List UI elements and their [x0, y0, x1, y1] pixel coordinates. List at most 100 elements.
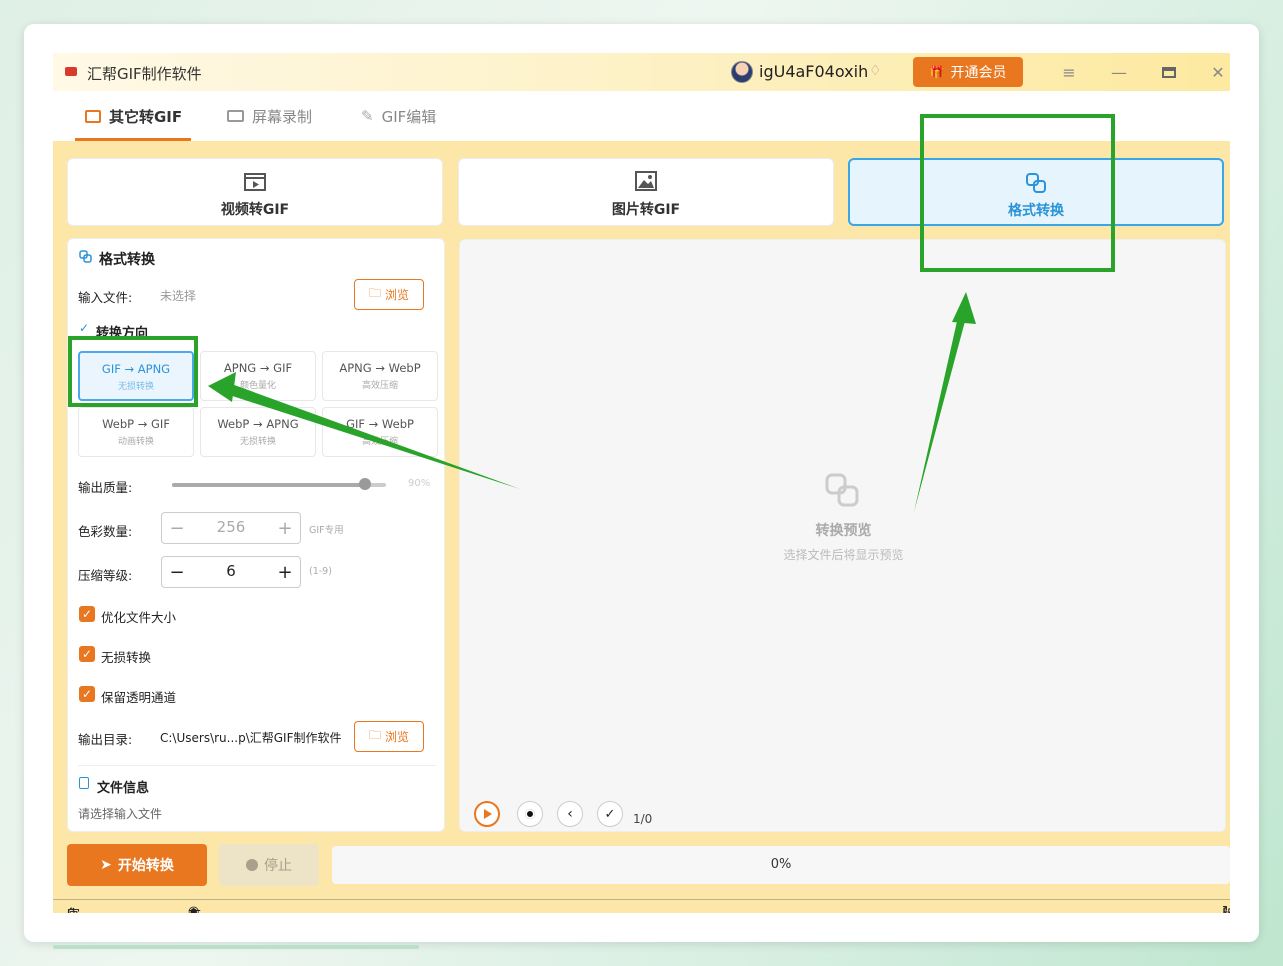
direction-main: WebP → GIF — [102, 417, 170, 431]
compress-hint: (1-9) — [309, 566, 332, 577]
output-dir-label: 输出目录: — [78, 732, 133, 747]
minimize-icon[interactable]: — — [1106, 59, 1132, 85]
output-dir-value: C:\Users\ru...p\汇帮GIF制作软件 — [160, 731, 342, 745]
compress-stepper[interactable]: − 6 + — [161, 556, 301, 588]
direction-apng-gif[interactable]: APNG → GIF 颜色量化 — [200, 351, 316, 401]
play-icon — [484, 809, 492, 819]
input-file-label: 输入文件: — [78, 290, 133, 305]
lossless-label: 无损转换 — [101, 650, 152, 665]
settings-panel: 格式转换 输入文件: 未选择 🗀 浏览 ✓ 转换方向 GIF → APNG 无损… — [67, 238, 445, 832]
quality-slider[interactable] — [172, 478, 386, 490]
browse-label: 浏览 — [385, 288, 410, 302]
website-label: 官方网站 — [67, 904, 80, 913]
fileinfo-title: 文件信息 — [97, 781, 150, 796]
tab-other-to-gif[interactable]: 其它转GIF — [85, 103, 182, 129]
tab-gif-edit[interactable]: ✎ GIF编辑 — [361, 103, 436, 129]
colors-value[interactable]: 256 — [192, 518, 270, 536]
play-button[interactable] — [474, 801, 500, 827]
plus-icon[interactable]: + — [270, 557, 300, 587]
folder-icon: 🗀 — [368, 728, 381, 742]
compress-label: 压缩等级: — [78, 568, 133, 583]
document-icon — [79, 777, 89, 789]
chevron-left-icon: ‹ — [567, 806, 573, 822]
start-label: 开始转换 — [117, 858, 174, 874]
optimize-size-checkbox[interactable]: ✓ — [79, 606, 95, 622]
picture-icon — [635, 171, 657, 191]
direction-webp-apng[interactable]: WebP → APNG 无损转换 — [200, 407, 316, 457]
diamond-icon: ♢ — [869, 63, 882, 79]
lossless-checkbox[interactable]: ✓ — [79, 646, 95, 662]
hamburger-icon[interactable]: ≡ — [1056, 59, 1082, 85]
stop-preview-button[interactable] — [517, 801, 543, 827]
minus-icon[interactable]: − — [162, 557, 192, 587]
preview-hint: 选择文件后将显示预览 — [783, 548, 904, 562]
vip-button[interactable]: 🎁 开通会员 — [913, 57, 1023, 87]
send-icon: ➤ — [100, 857, 112, 873]
vip-button-label: 开通会员 — [950, 65, 1007, 81]
tab-label: GIF编辑 — [381, 107, 437, 126]
quality-slider-fill — [172, 483, 365, 487]
input-browse-button[interactable]: 🗀 浏览 — [354, 279, 424, 310]
stop-circle-icon — [246, 859, 258, 871]
version-label: 版本：1.3.0.0 — [1222, 904, 1230, 913]
mode-label: 视频转GIF — [220, 202, 290, 218]
check-icon: ✓ — [79, 321, 90, 335]
maximize-icon[interactable] — [1156, 59, 1182, 85]
annotation-box-format-convert — [920, 114, 1115, 272]
confirm-button[interactable]: ✓ — [597, 801, 623, 827]
direction-webp-gif[interactable]: WebP → GIF 动画转换 — [78, 407, 194, 457]
active-tab-indicator — [75, 138, 191, 141]
user-avatar[interactable] — [731, 61, 753, 83]
stop-button[interactable]: 停止 — [219, 844, 319, 886]
direction-gif-webp[interactable]: GIF → WebP 高效压缩 — [322, 407, 438, 457]
edit-icon: ✎ — [361, 107, 374, 125]
image-icon — [85, 109, 101, 123]
plus-icon[interactable]: + — [270, 513, 300, 543]
preview-title: 转换预览 — [815, 523, 872, 539]
direction-sub: 高效压缩 — [361, 437, 398, 447]
minus-icon[interactable]: − — [162, 513, 192, 543]
direction-main: WebP → APNG — [217, 417, 299, 431]
divider — [78, 765, 436, 766]
keep-alpha-label: 保留透明通道 — [101, 690, 177, 705]
progress-text: 0% — [770, 857, 792, 872]
mode-label: 图片转GIF — [611, 202, 681, 218]
gift-icon: 🎁 — [929, 65, 945, 79]
optimize-size-label: 优化文件大小 — [101, 610, 177, 625]
output-browse-button[interactable]: 🗀 浏览 — [354, 721, 424, 752]
direction-sub: 无损转换 — [239, 437, 276, 447]
close-icon[interactable]: ✕ — [1205, 59, 1230, 85]
keep-alpha-checkbox[interactable]: ✓ — [79, 686, 95, 702]
input-file-value: 未选择 — [160, 289, 197, 303]
status-bar: ⌂ 官方网站 ◉ 在线客服 ↻ 版本：1.3.0.0 — [53, 899, 1230, 913]
username[interactable]: igU4aF04oxih — [759, 62, 868, 81]
annotation-box-gif-apng — [68, 336, 198, 407]
convert-icon — [825, 473, 859, 507]
start-convert-button[interactable]: ➤ 开始转换 — [67, 844, 207, 886]
title-bar: 汇帮GIF制作软件 igU4aF04oxih ♢ 🎁 开通会员 ≡ — ✕ — [53, 53, 1230, 91]
tab-label: 其它转GIF — [109, 107, 183, 126]
preview-panel: 转换预览 选择文件后将显示预览 ‹ ✓ 1/0 — [459, 239, 1226, 832]
mode-image-to-gif[interactable]: 图片转GIF — [458, 158, 834, 226]
stop-icon — [525, 809, 535, 819]
quality-slider-handle[interactable] — [358, 478, 371, 490]
mode-video-to-gif[interactable]: 视频转GIF — [67, 158, 443, 226]
colors-label: 色彩数量: — [78, 524, 133, 539]
compress-value[interactable]: 6 — [192, 562, 270, 580]
browse-label: 浏览 — [385, 730, 410, 744]
app-title: 汇帮GIF制作软件 — [87, 65, 202, 83]
stop-label: 停止 — [264, 858, 292, 874]
colors-stepper[interactable]: − 256 + — [161, 512, 301, 544]
convert-icon — [79, 250, 92, 263]
direction-main: APNG → WebP — [339, 361, 421, 375]
tab-screen-record[interactable]: 屏幕录制 — [227, 103, 312, 129]
quality-label: 输出质量: — [78, 480, 133, 495]
colors-hint: GIF专用 — [309, 525, 344, 536]
direction-main: GIF → WebP — [346, 417, 414, 431]
check-icon: ✓ — [604, 806, 616, 822]
horizontal-scrollbar[interactable] — [53, 945, 419, 949]
record-icon — [227, 110, 244, 122]
folder-icon: 🗀 — [368, 286, 381, 300]
prev-frame-button[interactable]: ‹ — [557, 801, 583, 827]
direction-apng-webp[interactable]: APNG → WebP 高效压缩 — [322, 351, 438, 401]
